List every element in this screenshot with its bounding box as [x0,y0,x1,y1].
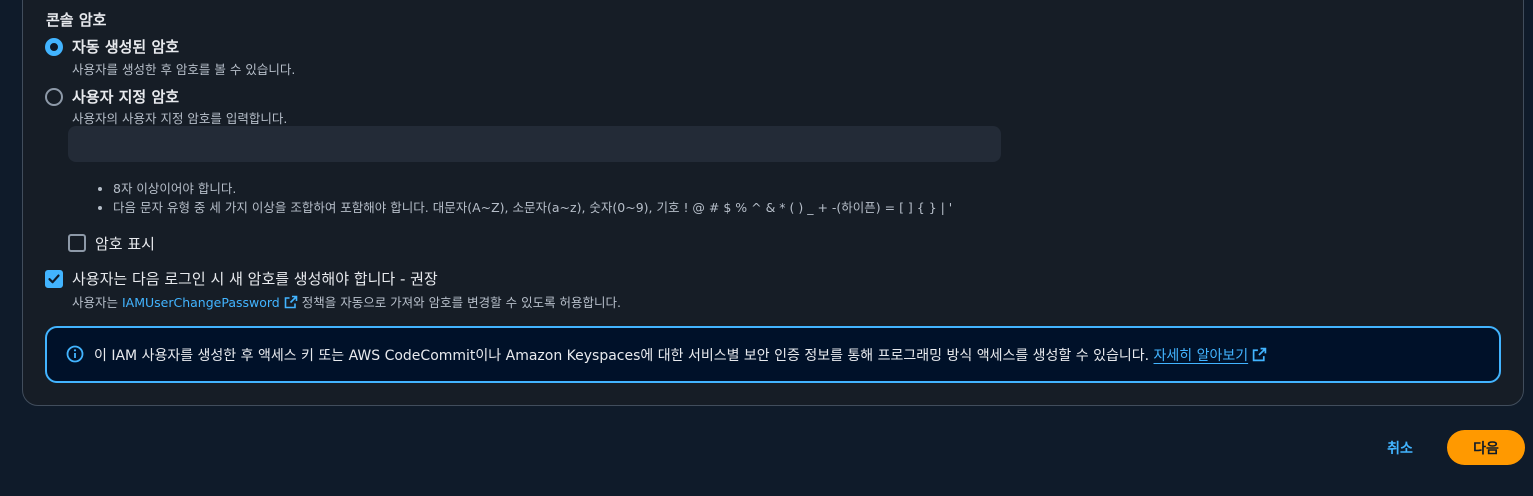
auto-password-radio[interactable] [45,38,63,56]
section-title: 콘솔 암호 [46,11,107,29]
auto-password-label[interactable]: 자동 생성된 암호 [72,36,179,57]
password-rule-character-types: 다음 문자 유형 중 세 가지 이상을 조합하여 포함해야 합니다. 대문자(A… [113,198,952,217]
external-link-icon[interactable] [1252,347,1267,362]
show-password-checkbox[interactable] [68,234,86,252]
require-reset-label[interactable]: 사용자는 다음 로그인 시 새 암호를 생성해야 합니다 - 권장 [72,268,438,289]
password-rules-list: 8자 이상이어야 합니다. 다음 문자 유형 중 세 가지 이상을 조합하여 포… [97,179,952,217]
require-reset-description: 사용자는 IAMUserChangePassword 정책을 자동으로 가져와 … [72,292,621,311]
info-icon [66,345,84,363]
next-button[interactable]: 다음 [1447,430,1525,465]
custom-password-description: 사용자의 사용자 지정 암호를 입력합니다. [72,111,288,126]
custom-password-input[interactable] [68,126,1001,162]
policy-link[interactable]: IAMUserChangePassword [122,295,280,310]
learn-more-link[interactable]: 자세히 알아보기 [1154,348,1249,364]
info-text: 이 IAM 사용자를 생성한 후 액세스 키 또는 AWS CodeCommit… [94,345,1267,365]
require-reset-desc-prefix: 사용자는 [72,295,122,310]
info-message: 이 IAM 사용자를 생성한 후 액세스 키 또는 AWS CodeCommit… [94,348,1154,364]
cancel-button[interactable]: 취소 [1371,431,1429,464]
auto-password-description: 사용자를 생성한 후 암호를 볼 수 있습니다. [72,62,296,77]
require-reset-checkbox[interactable] [45,270,63,288]
external-link-icon[interactable] [284,295,298,309]
checkmark-icon [48,274,60,284]
custom-password-radio[interactable] [45,88,63,106]
password-rule-length: 8자 이상이어야 합니다. [113,179,952,198]
show-password-label[interactable]: 암호 표시 [95,233,155,254]
info-alert: 이 IAM 사용자를 생성한 후 액세스 키 또는 AWS CodeCommit… [45,326,1501,383]
custom-password-label[interactable]: 사용자 지정 암호 [72,86,179,107]
require-reset-desc-suffix: 정책을 자동으로 가져와 암호를 변경할 수 있도록 허용합니다. [297,295,622,310]
